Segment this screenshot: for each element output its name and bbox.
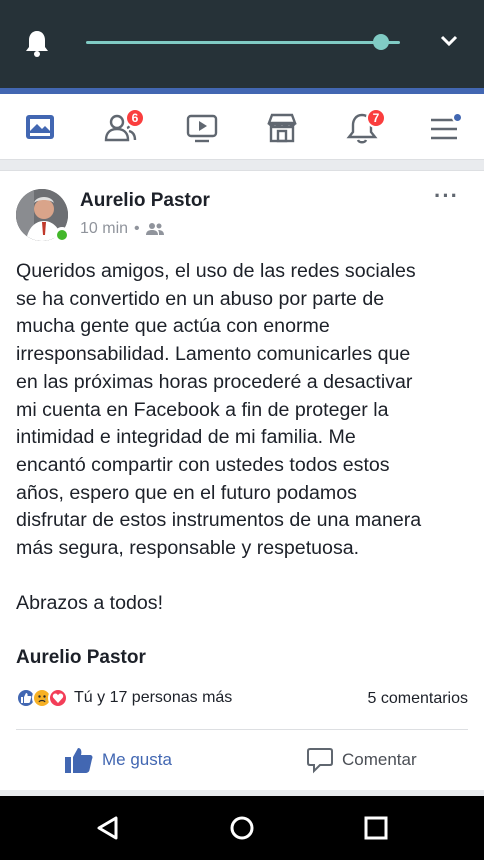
like-button[interactable]: Me gusta [64, 743, 172, 777]
more-options-button[interactable]: ··· [434, 183, 459, 209]
tab-notifications[interactable]: 7 [338, 102, 386, 154]
menu-new-indicator [452, 112, 463, 123]
friend-requests-badge: 6 [125, 108, 145, 128]
recents-icon[interactable] [361, 813, 391, 843]
post-timestamp[interactable]: 10 min [80, 220, 128, 238]
like-label: Me gusta [102, 750, 172, 769]
notification-shade [0, 0, 484, 88]
post-meta: 10 min • [80, 220, 164, 238]
android-navigation-bar [0, 796, 484, 860]
home-icon[interactable] [227, 813, 257, 843]
notifications-badge: 7 [366, 108, 386, 128]
reactions-text: Tú y 17 personas más [74, 689, 233, 706]
meta-separator: • [134, 220, 140, 237]
post-body: Queridos amigos, el uso de las redes soc… [16, 260, 422, 615]
brightness-slider-thumb[interactable] [373, 34, 390, 50]
back-icon[interactable] [94, 813, 124, 843]
tab-friends[interactable]: 6 [96, 102, 145, 154]
thumbs-up-icon [65, 748, 93, 773]
post-author-name[interactable]: Aurelio Pastor [80, 190, 210, 212]
comments-count[interactable]: 5 comentarios [368, 690, 469, 708]
post-card: Aurelio Pastor 10 min • ··· Queridos ami… [0, 170, 484, 790]
comment-label: Comentar [342, 750, 417, 769]
post-signature: Aurelio Pastor [16, 647, 146, 668]
reactions-summary[interactable]: Tú y 17 personas más [16, 688, 232, 708]
news-feed-icon [26, 115, 54, 139]
tab-menu[interactable] [420, 102, 468, 154]
bell-icon[interactable] [23, 28, 51, 58]
brightness-slider-track[interactable] [86, 41, 400, 44]
tab-marketplace[interactable] [258, 102, 306, 154]
facebook-tab-bar: 6 7 [0, 88, 484, 160]
comment-button[interactable]: Comentar [306, 743, 417, 777]
tab-watch[interactable] [178, 102, 226, 154]
tab-news-feed[interactable] [16, 102, 64, 154]
chevron-down-icon[interactable] [438, 32, 460, 50]
friends-audience-icon [145, 223, 164, 235]
online-status-dot [54, 227, 70, 243]
actions-divider [16, 729, 468, 730]
marketplace-icon [267, 113, 297, 143]
comment-icon [307, 748, 333, 774]
love-reaction-icon [48, 688, 68, 708]
watch-icon [186, 114, 218, 143]
